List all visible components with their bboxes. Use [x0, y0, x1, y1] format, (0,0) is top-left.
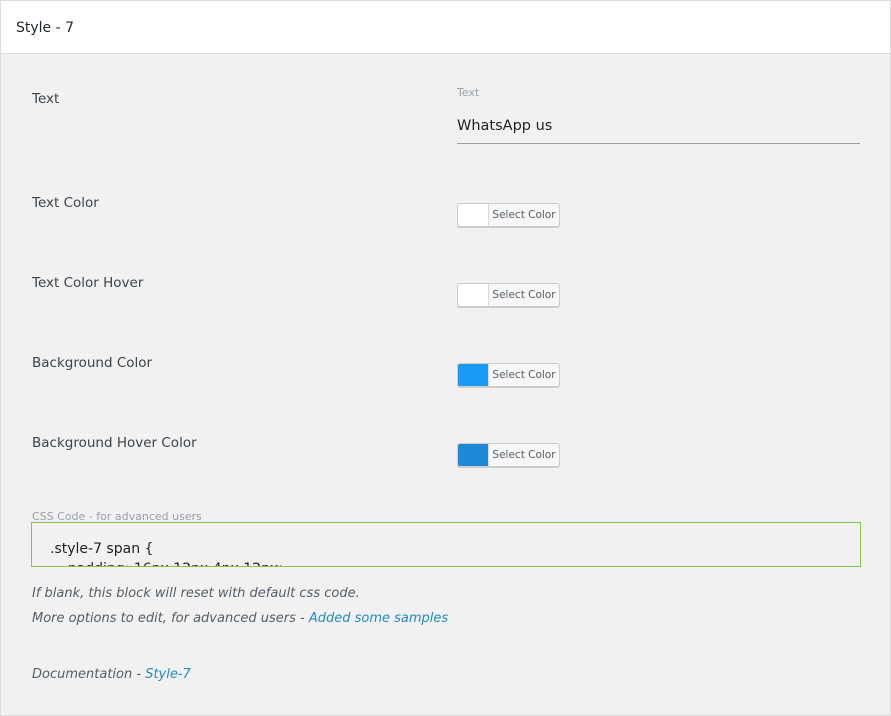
style-panel: Style - 7 Text Text Text Color Select Co…	[0, 0, 891, 716]
text-color-hover-picker[interactable]: Select Color	[457, 283, 560, 307]
more-options-text: More options to edit, for advanced users…	[32, 611, 309, 626]
text-color-hover-swatch	[458, 284, 489, 306]
select-color-label: Select Color	[492, 449, 556, 461]
background-color-swatch	[458, 364, 489, 386]
text-input[interactable]	[457, 109, 860, 144]
more-options-note: More options to edit, for advanced users…	[32, 611, 448, 626]
panel-title: Style - 7	[16, 20, 75, 36]
documentation-note: Documentation - Style-7	[32, 667, 191, 682]
background-color-picker[interactable]: Select Color	[457, 363, 560, 387]
select-color-label: Select Color	[492, 209, 556, 221]
text-color-hover-label: Text Color Hover	[32, 275, 144, 291]
text-color-label: Text Color	[32, 195, 99, 211]
text-color-swatch	[458, 204, 489, 226]
background-hover-color-label: Background Hover Color	[32, 435, 197, 451]
background-color-label: Background Color	[32, 355, 153, 371]
background-hover-color-swatch	[458, 444, 489, 466]
documentation-text: Documentation -	[32, 667, 146, 682]
samples-link[interactable]: Added some samples	[309, 611, 448, 626]
text-field-caption: Text	[457, 86, 480, 99]
css-code-line: .style-7 span {	[50, 541, 154, 557]
panel-header: Style - 7	[1, 1, 890, 54]
css-code-line: padding: 16px 12px 4px 12px;	[50, 559, 283, 566]
select-color-label: Select Color	[492, 369, 556, 381]
css-code-text: .style-7 span { padding: 16px 12px 4px 1…	[50, 539, 283, 566]
select-color-label: Select Color	[492, 289, 556, 301]
documentation-link[interactable]: Style-7	[145, 667, 191, 682]
background-hover-color-picker[interactable]: Select Color	[457, 443, 560, 467]
text-color-picker[interactable]: Select Color	[457, 203, 560, 227]
css-code-editor[interactable]: .style-7 span { padding: 16px 12px 4px 1…	[31, 522, 861, 567]
text-label: Text	[32, 91, 60, 107]
blank-css-note: If blank, this block will reset with def…	[32, 586, 360, 601]
